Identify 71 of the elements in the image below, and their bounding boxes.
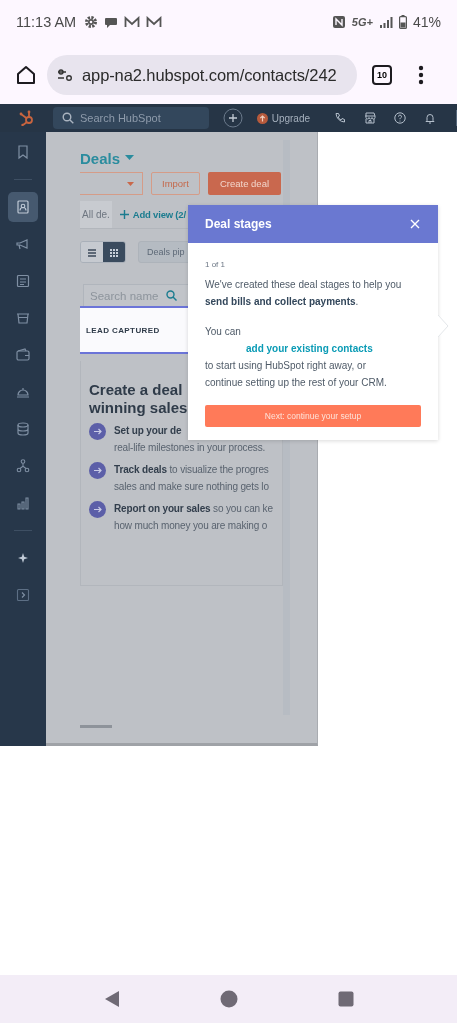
- more-menu-icon[interactable]: [418, 65, 424, 85]
- add-icon[interactable]: [222, 108, 243, 128]
- mail-icon: [124, 16, 141, 28]
- plus-icon: [119, 210, 129, 219]
- upgrade-link[interactable]: Upgrade: [256, 112, 311, 124]
- tab-count-button[interactable]: 10: [372, 65, 392, 85]
- home-icon[interactable]: [15, 64, 37, 86]
- arrow-circle-icon: [89, 501, 106, 518]
- popover-text: We've created these deal stages to help you send bills and collect payments.: [205, 278, 403, 309]
- network-label: 5G+: [351, 16, 373, 28]
- search-field[interactable]: Search HubSpot: [53, 107, 209, 129]
- signal-icon: [378, 15, 393, 29]
- network-icon: [15, 458, 31, 474]
- database-icon: [15, 421, 31, 437]
- arrow-circle-icon: [89, 462, 106, 479]
- add-contacts-link[interactable]: add your existing contacts: [246, 340, 373, 357]
- popover-text: to start using HubSpot right away, or continue setting up the rest of your CRM.: [205, 359, 388, 390]
- pipeline-dropdown[interactable]: Deals pip: [138, 241, 191, 263]
- battery-level: 41%: [412, 14, 441, 30]
- address-bar[interactable]: app-na2.hubspot.com/contacts/242: [47, 55, 357, 95]
- popover-text: You can: [205, 325, 242, 339]
- url-text: app-na2.hubspot.com/contacts/242: [82, 65, 337, 85]
- home-button-icon[interactable]: [219, 990, 238, 1008]
- megaphone-icon: [15, 236, 31, 252]
- caret-icon: [127, 181, 134, 186]
- create-deal-button[interactable]: Create deal: [207, 172, 282, 195]
- expand-icon: [15, 587, 31, 603]
- caret-icon: [125, 155, 135, 161]
- list-view-button[interactable]: [81, 242, 103, 262]
- feature-description: Set up your de real-life milestones in your process.: [114, 424, 266, 455]
- feature-description: Report on your sales so you can ke how much money you are making o: [114, 502, 273, 533]
- view-tab[interactable]: All de.: [80, 201, 112, 228]
- site-settings-icon[interactable]: [57, 68, 73, 82]
- feature-description: Track deals to visualize the progres sales and make sure nothing gets lo: [114, 463, 269, 494]
- basket-icon: [15, 310, 31, 326]
- arrow-circle-icon: [89, 423, 106, 440]
- store-icon[interactable]: [364, 112, 377, 124]
- upgrade-icon: [256, 112, 268, 124]
- battery-icon: [398, 15, 407, 29]
- step-counter: 1 of 1: [205, 260, 226, 269]
- bookmark-icon: [15, 144, 31, 160]
- back-icon[interactable]: [103, 990, 120, 1008]
- nfc-icon: [331, 15, 346, 29]
- gear-icon: [84, 15, 99, 29]
- add-view-link[interactable]: Add view (2/: [119, 209, 186, 220]
- help-icon[interactable]: [394, 112, 407, 124]
- popover-title: Deal stages: [205, 217, 272, 231]
- search-icon: [62, 112, 74, 124]
- phone-icon[interactable]: [334, 112, 347, 124]
- recents-icon[interactable]: [337, 991, 354, 1007]
- list-icon: [86, 247, 98, 259]
- sprocket-logo-icon[interactable]: [19, 110, 35, 126]
- notification-bell-icon[interactable]: [424, 112, 437, 124]
- sidebar-item[interactable]: [8, 192, 38, 222]
- next-setup-button[interactable]: Next: continue your setup: [205, 405, 421, 427]
- column-header: LEAD CAPTURED: [80, 306, 191, 354]
- mail-icon: [146, 16, 163, 28]
- wallet-icon: [15, 347, 31, 363]
- grid-icon: [108, 247, 120, 259]
- import-button[interactable]: Import: [151, 172, 200, 195]
- clock-time: 11:13 AM: [16, 14, 77, 30]
- page-title-dropdown[interactable]: Deals: [80, 149, 283, 167]
- scrollbar-thumb: [80, 725, 112, 728]
- search-icon: [166, 290, 178, 301]
- close-icon[interactable]: [410, 219, 420, 229]
- chat-bubble-icon: [104, 15, 119, 29]
- empty-state-heading: Create a deal winning sales: [89, 381, 188, 417]
- contacts-icon: [15, 199, 31, 215]
- newspaper-icon: [15, 273, 31, 289]
- bar-chart-icon: [15, 495, 31, 511]
- board-view-button[interactable]: [103, 242, 125, 262]
